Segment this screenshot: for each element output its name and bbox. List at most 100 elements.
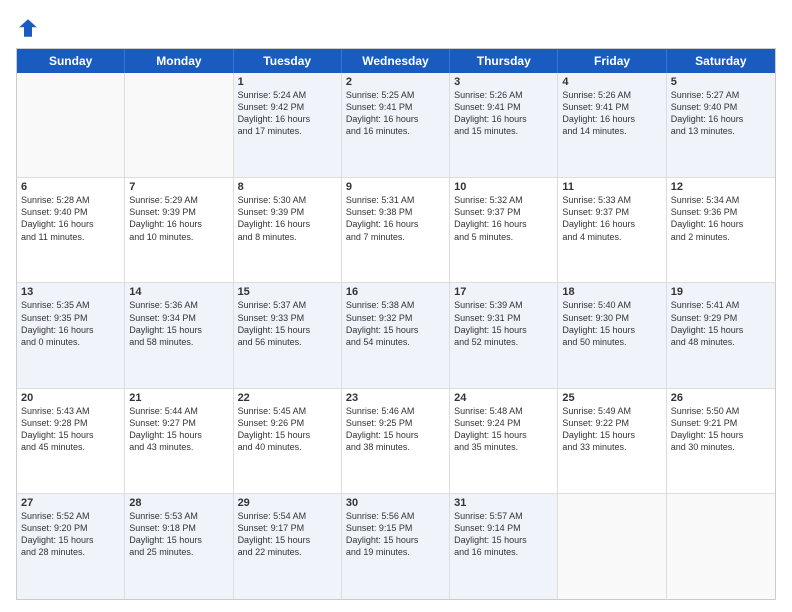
- calendar: SundayMondayTuesdayWednesdayThursdayFrid…: [16, 48, 776, 600]
- cell-info: Sunrise: 5:33 AM Sunset: 9:37 PM Dayligh…: [562, 194, 661, 243]
- header-day: Wednesday: [342, 49, 450, 73]
- cell-info: Sunrise: 5:25 AM Sunset: 9:41 PM Dayligh…: [346, 89, 445, 138]
- cell-date: 31: [454, 497, 553, 509]
- calendar-cell: 20Sunrise: 5:43 AM Sunset: 9:28 PM Dayli…: [17, 389, 125, 493]
- cell-date: 14: [129, 286, 228, 298]
- cell-date: 9: [346, 181, 445, 193]
- calendar-row: 6Sunrise: 5:28 AM Sunset: 9:40 PM Daylig…: [17, 178, 775, 283]
- cell-date: 6: [21, 181, 120, 193]
- calendar-cell: 28Sunrise: 5:53 AM Sunset: 9:18 PM Dayli…: [125, 494, 233, 599]
- calendar-cell: 13Sunrise: 5:35 AM Sunset: 9:35 PM Dayli…: [17, 283, 125, 387]
- calendar-cell: 1Sunrise: 5:24 AM Sunset: 9:42 PM Daylig…: [234, 73, 342, 177]
- cell-date: 20: [21, 392, 120, 404]
- cell-info: Sunrise: 5:43 AM Sunset: 9:28 PM Dayligh…: [21, 405, 120, 454]
- cell-info: Sunrise: 5:44 AM Sunset: 9:27 PM Dayligh…: [129, 405, 228, 454]
- empty-cell: [17, 73, 125, 177]
- cell-date: 10: [454, 181, 553, 193]
- header-day: Saturday: [667, 49, 775, 73]
- calendar-cell: 10Sunrise: 5:32 AM Sunset: 9:37 PM Dayli…: [450, 178, 558, 282]
- calendar-cell: 17Sunrise: 5:39 AM Sunset: 9:31 PM Dayli…: [450, 283, 558, 387]
- cell-date: 22: [238, 392, 337, 404]
- calendar-cell: 14Sunrise: 5:36 AM Sunset: 9:34 PM Dayli…: [125, 283, 233, 387]
- cell-date: 24: [454, 392, 553, 404]
- calendar-cell: 5Sunrise: 5:27 AM Sunset: 9:40 PM Daylig…: [667, 73, 775, 177]
- calendar-cell: 6Sunrise: 5:28 AM Sunset: 9:40 PM Daylig…: [17, 178, 125, 282]
- calendar-cell: 24Sunrise: 5:48 AM Sunset: 9:24 PM Dayli…: [450, 389, 558, 493]
- logo-icon: [16, 16, 40, 40]
- page: SundayMondayTuesdayWednesdayThursdayFrid…: [0, 0, 792, 612]
- header-day: Sunday: [17, 49, 125, 73]
- cell-date: 13: [21, 286, 120, 298]
- cell-date: 25: [562, 392, 661, 404]
- cell-info: Sunrise: 5:48 AM Sunset: 9:24 PM Dayligh…: [454, 405, 553, 454]
- cell-date: 21: [129, 392, 228, 404]
- calendar-cell: 16Sunrise: 5:38 AM Sunset: 9:32 PM Dayli…: [342, 283, 450, 387]
- header-day: Monday: [125, 49, 233, 73]
- calendar-cell: 27Sunrise: 5:52 AM Sunset: 9:20 PM Dayli…: [17, 494, 125, 599]
- calendar-cell: 11Sunrise: 5:33 AM Sunset: 9:37 PM Dayli…: [558, 178, 666, 282]
- cell-info: Sunrise: 5:30 AM Sunset: 9:39 PM Dayligh…: [238, 194, 337, 243]
- calendar-cell: 25Sunrise: 5:49 AM Sunset: 9:22 PM Dayli…: [558, 389, 666, 493]
- calendar-cell: 8Sunrise: 5:30 AM Sunset: 9:39 PM Daylig…: [234, 178, 342, 282]
- logo: [16, 16, 44, 40]
- cell-info: Sunrise: 5:52 AM Sunset: 9:20 PM Dayligh…: [21, 510, 120, 559]
- cell-info: Sunrise: 5:46 AM Sunset: 9:25 PM Dayligh…: [346, 405, 445, 454]
- cell-info: Sunrise: 5:40 AM Sunset: 9:30 PM Dayligh…: [562, 299, 661, 348]
- cell-date: 26: [671, 392, 771, 404]
- cell-info: Sunrise: 5:26 AM Sunset: 9:41 PM Dayligh…: [454, 89, 553, 138]
- calendar-cell: 15Sunrise: 5:37 AM Sunset: 9:33 PM Dayli…: [234, 283, 342, 387]
- cell-info: Sunrise: 5:45 AM Sunset: 9:26 PM Dayligh…: [238, 405, 337, 454]
- cell-date: 15: [238, 286, 337, 298]
- calendar-cell: 30Sunrise: 5:56 AM Sunset: 9:15 PM Dayli…: [342, 494, 450, 599]
- cell-date: 29: [238, 497, 337, 509]
- cell-info: Sunrise: 5:28 AM Sunset: 9:40 PM Dayligh…: [21, 194, 120, 243]
- cell-date: 2: [346, 76, 445, 88]
- calendar-cell: 22Sunrise: 5:45 AM Sunset: 9:26 PM Dayli…: [234, 389, 342, 493]
- calendar-cell: 12Sunrise: 5:34 AM Sunset: 9:36 PM Dayli…: [667, 178, 775, 282]
- cell-info: Sunrise: 5:34 AM Sunset: 9:36 PM Dayligh…: [671, 194, 771, 243]
- cell-info: Sunrise: 5:57 AM Sunset: 9:14 PM Dayligh…: [454, 510, 553, 559]
- cell-date: 1: [238, 76, 337, 88]
- calendar-row: 27Sunrise: 5:52 AM Sunset: 9:20 PM Dayli…: [17, 494, 775, 599]
- calendar-row: 1Sunrise: 5:24 AM Sunset: 9:42 PM Daylig…: [17, 73, 775, 178]
- header-day: Friday: [558, 49, 666, 73]
- calendar-cell: 23Sunrise: 5:46 AM Sunset: 9:25 PM Dayli…: [342, 389, 450, 493]
- cell-info: Sunrise: 5:50 AM Sunset: 9:21 PM Dayligh…: [671, 405, 771, 454]
- header-day: Thursday: [450, 49, 558, 73]
- cell-info: Sunrise: 5:32 AM Sunset: 9:37 PM Dayligh…: [454, 194, 553, 243]
- cell-date: 23: [346, 392, 445, 404]
- cell-date: 8: [238, 181, 337, 193]
- cell-date: 16: [346, 286, 445, 298]
- cell-date: 3: [454, 76, 553, 88]
- calendar-row: 20Sunrise: 5:43 AM Sunset: 9:28 PM Dayli…: [17, 389, 775, 494]
- calendar-cell: 31Sunrise: 5:57 AM Sunset: 9:14 PM Dayli…: [450, 494, 558, 599]
- cell-date: 4: [562, 76, 661, 88]
- cell-date: 17: [454, 286, 553, 298]
- cell-info: Sunrise: 5:49 AM Sunset: 9:22 PM Dayligh…: [562, 405, 661, 454]
- calendar-cell: 2Sunrise: 5:25 AM Sunset: 9:41 PM Daylig…: [342, 73, 450, 177]
- cell-info: Sunrise: 5:54 AM Sunset: 9:17 PM Dayligh…: [238, 510, 337, 559]
- cell-info: Sunrise: 5:38 AM Sunset: 9:32 PM Dayligh…: [346, 299, 445, 348]
- cell-date: 28: [129, 497, 228, 509]
- calendar-body: 1Sunrise: 5:24 AM Sunset: 9:42 PM Daylig…: [17, 73, 775, 599]
- calendar-cell: 18Sunrise: 5:40 AM Sunset: 9:30 PM Dayli…: [558, 283, 666, 387]
- cell-info: Sunrise: 5:24 AM Sunset: 9:42 PM Dayligh…: [238, 89, 337, 138]
- cell-info: Sunrise: 5:41 AM Sunset: 9:29 PM Dayligh…: [671, 299, 771, 348]
- cell-date: 5: [671, 76, 771, 88]
- cell-info: Sunrise: 5:56 AM Sunset: 9:15 PM Dayligh…: [346, 510, 445, 559]
- cell-info: Sunrise: 5:27 AM Sunset: 9:40 PM Dayligh…: [671, 89, 771, 138]
- cell-date: 19: [671, 286, 771, 298]
- header: [16, 16, 776, 40]
- calendar-cell: 29Sunrise: 5:54 AM Sunset: 9:17 PM Dayli…: [234, 494, 342, 599]
- empty-cell: [125, 73, 233, 177]
- header-day: Tuesday: [234, 49, 342, 73]
- calendar-header: SundayMondayTuesdayWednesdayThursdayFrid…: [17, 49, 775, 73]
- cell-info: Sunrise: 5:35 AM Sunset: 9:35 PM Dayligh…: [21, 299, 120, 348]
- cell-date: 18: [562, 286, 661, 298]
- cell-info: Sunrise: 5:36 AM Sunset: 9:34 PM Dayligh…: [129, 299, 228, 348]
- cell-date: 7: [129, 181, 228, 193]
- cell-date: 30: [346, 497, 445, 509]
- calendar-cell: 21Sunrise: 5:44 AM Sunset: 9:27 PM Dayli…: [125, 389, 233, 493]
- calendar-cell: 9Sunrise: 5:31 AM Sunset: 9:38 PM Daylig…: [342, 178, 450, 282]
- cell-date: 11: [562, 181, 661, 193]
